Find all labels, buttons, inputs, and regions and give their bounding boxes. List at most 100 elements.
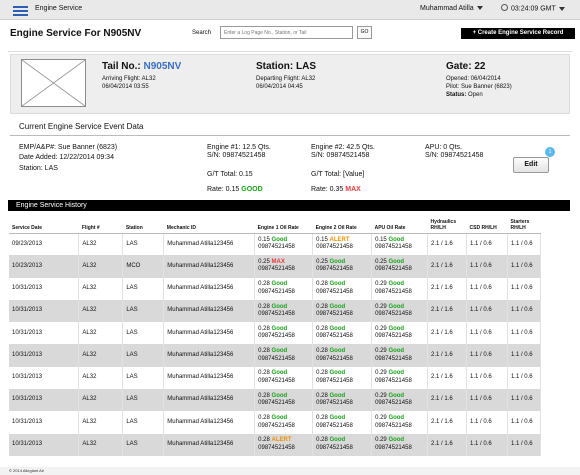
col-mechanic-id[interactable]: Mechanic ID — [163, 213, 255, 234]
apu-rate-cell: 0.29 Good 09874521458 — [371, 322, 429, 345]
engine2-rate-cell-status: Good — [329, 392, 346, 399]
engine2-rate-cell-value: 0.28 — [316, 392, 328, 399]
apu-sn: S/N: 09874521458 — [425, 152, 484, 159]
starters-cell: 1.1 / 0.6 — [507, 322, 542, 345]
table-row[interactable]: 10/31/2013 AL32 LAS Muhammad Atilla123456 0.… — [9, 433, 542, 456]
flight-cell: AL32 — [78, 389, 124, 412]
engine2-rate-cell-status: Good — [329, 415, 346, 422]
table-row[interactable]: 10/31/2013 AL32 LAS Muhammad Atilla123456 0.… — [9, 299, 542, 323]
col-engine2-oil-rate[interactable]: Engine 2 Oil Rate — [312, 213, 372, 234]
station-cell: LAS — [122, 411, 165, 434]
engine1-rate-cell: 0.15 Good 09874521458 — [254, 233, 314, 256]
hydraulics-cell: 2.1 / 1.6 — [427, 411, 468, 434]
col-station[interactable]: Station — [122, 213, 164, 234]
engine2-rate-cell-status: ALERT — [329, 236, 350, 243]
table-row[interactable]: 09/23/2013 AL32 LAS Muhammad Atilla123456 0.… — [9, 233, 542, 256]
starters-cell: 1.1 / 0.6 — [507, 389, 542, 412]
engine1-rate-cell-serial: 09874521458 — [258, 311, 295, 318]
engine2-rate-cell: 0.15 ALERT 09874521458 — [312, 233, 373, 256]
event-section-title: Current Engine Service Event Data — [19, 122, 144, 131]
apu-rate-cell: 0.29 Good 09874521458 — [371, 277, 429, 300]
table-row[interactable]: 10/23/2013 AL32 MCO Muhammad Atilla123456 0.… — [9, 255, 542, 278]
table-row[interactable]: 10/31/2013 AL32 LAS Muhammad Atilla123456 0.… — [9, 344, 542, 367]
col-apu-oil-rate[interactable]: APU Oil Rate — [371, 213, 428, 234]
hamburger-menu-icon[interactable] — [13, 6, 28, 16]
table-row[interactable]: 10/31/2013 AL32 LAS Muhammad Atilla123456 0.… — [9, 322, 542, 345]
engine1-rate-cell-serial: 09874521458 — [258, 333, 295, 340]
engine2-rate-cell-serial: 09874521458 — [316, 377, 353, 384]
apu-rate-cell-serial: 09874521458 — [375, 355, 412, 362]
apu-rate-cell: 0.29 Good 09874521458 — [371, 389, 429, 412]
service-date-cell: 10/31/2013 — [9, 322, 80, 345]
apu-rate-cell-value: 0.29 — [375, 415, 387, 422]
col-flight[interactable]: Flight # — [78, 213, 123, 234]
table-header-row: Service Date Flight # Station Mechanic I… — [9, 213, 541, 234]
station: Station: LAS — [256, 61, 316, 72]
go-button[interactable]: GO — [357, 26, 372, 39]
engine1-rate-cell: 0.28 Good 09874521458 — [254, 277, 314, 300]
engine2-rate-cell: 0.28 Good 09874521458 — [312, 322, 373, 345]
search-input[interactable] — [220, 26, 353, 39]
engine1-rate-cell-serial: 09874521458 — [258, 377, 295, 384]
apu-rate-cell-value: 0.29 — [375, 392, 387, 399]
tail-number: Tail No.: N905NV — [102, 61, 181, 72]
engine2-rate-cell: 0.25 Good 09874521458 — [312, 255, 373, 278]
table-row[interactable]: 10/31/2013 AL32 LAS Muhammad Atilla123456 0.… — [9, 389, 542, 412]
status-label: Status: — [446, 92, 467, 98]
engine1-rate-status: GOOD — [241, 186, 263, 193]
engine1-rate-cell-status: Good — [271, 281, 288, 288]
station-cell: LAS — [122, 389, 165, 412]
status-value: Open — [468, 92, 483, 98]
csd-cell: 1.1 / 0.6 — [466, 255, 508, 278]
table-row[interactable]: 10/31/2013 AL32 LAS Muhammad Atilla123456 0.… — [9, 366, 542, 390]
engine1-rate-cell-serial: 09874521458 — [258, 288, 295, 295]
user-menu[interactable]: Muhammad Atilla — [420, 5, 483, 12]
col-starters[interactable]: Starters RH/LH — [507, 213, 541, 234]
edit-button[interactable]: Edit — [513, 157, 549, 173]
engine2-qts: Engine #2: 42.5 Qts. — [311, 144, 375, 151]
table-row[interactable]: 10/31/2013 AL32 LAS Muhammad Atilla123456 0.… — [9, 277, 542, 300]
apu-rate-cell-serial: 09874521458 — [375, 333, 412, 340]
create-record-button[interactable]: + Create Engine Service Record — [461, 28, 575, 39]
user-name: Muhammad Atilla — [420, 5, 474, 12]
engine2-rate-cell-value: 0.28 — [316, 303, 328, 310]
apu-rate-cell-status: Good — [388, 392, 405, 399]
hydraulics-cell: 2.1 / 1.6 — [427, 433, 468, 456]
mechanic-id-cell: Muhammad Atilla123456 — [163, 277, 256, 300]
col-engine1-oil-rate[interactable]: Engine 1 Oil Rate — [254, 213, 313, 234]
col-csd[interactable]: CSD RH/LH — [466, 213, 508, 234]
station-cell: LAS — [122, 344, 165, 367]
station-cell: LAS — [122, 299, 165, 323]
apu-rate-cell-value: 0.25 — [375, 258, 387, 265]
time-display: 03:24:09 GMT — [511, 5, 556, 13]
flight-cell: AL32 — [78, 366, 124, 390]
engine1-rate-cell: 0.28 Good 09874521458 — [254, 299, 314, 323]
col-hydraulics[interactable]: Hydraulics RH/LH — [427, 213, 467, 234]
apu-rate-cell-value: 0.29 — [375, 370, 387, 377]
mechanic-id-cell: Muhammad Atilla123456 — [163, 366, 256, 390]
col-service-date[interactable]: Service Date — [9, 213, 79, 234]
table-row[interactable]: 10/31/2013 AL32 LAS Muhammad Atilla123456 0.… — [9, 411, 542, 434]
apu-rate-cell: 0.29 Good 09874521458 — [371, 433, 429, 456]
engine1-rate-cell-status: Good — [271, 370, 288, 377]
tail-label: Tail No.: — [102, 61, 141, 72]
page-title: Engine Service For N905NV — [10, 28, 142, 39]
service-date-cell: 10/31/2013 — [9, 433, 80, 456]
time-menu[interactable]: 03:24:09 GMT — [501, 4, 565, 13]
departure-info: Departing Flight: AL32 06/04/2014 04:45 — [256, 75, 315, 91]
engine2-rate-cell-status: Good — [329, 370, 346, 377]
engine1-rate-cell-value: 0.28 — [258, 415, 270, 422]
engine2-sn: S/N: 09874521458 — [311, 152, 370, 159]
flight-cell: AL32 — [78, 433, 124, 456]
engine1-rate-cell: 0.28 ALERT 09874521458 — [254, 433, 314, 456]
engine2-rate-cell-serial: 09874521458 — [316, 266, 353, 273]
service-date-cell: 09/23/2013 — [9, 233, 80, 256]
gate-info: Opened: 06/04/2014 Pilot: Sue Banner (68… — [446, 75, 512, 99]
starters-cell: 1.1 / 0.6 — [507, 366, 542, 390]
app-title: Engine Service — [35, 5, 83, 12]
tail-value[interactable]: N905NV — [143, 61, 181, 72]
service-date-cell: 10/31/2013 — [9, 411, 80, 434]
engine1-rate-cell-value: 0.28 — [258, 325, 270, 332]
starters-cell: 1.1 / 0.6 — [507, 433, 542, 456]
engine1-rate-cell-status: Good — [271, 236, 288, 243]
